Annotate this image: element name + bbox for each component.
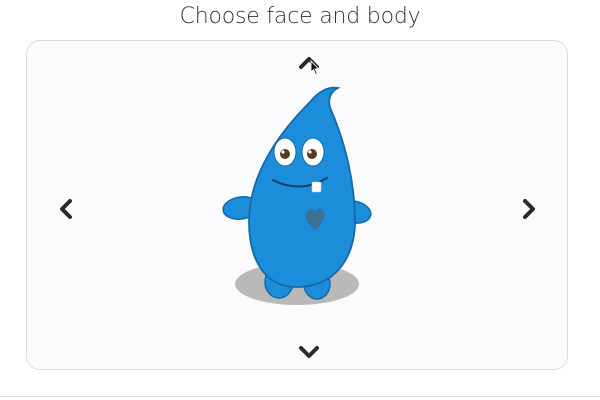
next-body-button[interactable] bbox=[515, 195, 543, 223]
monster-character[interactable] bbox=[215, 82, 385, 316]
chevron-left-icon bbox=[60, 199, 72, 219]
page: Choose face and body bbox=[0, 0, 600, 400]
chevron-right-icon bbox=[523, 199, 535, 219]
bottom-divider bbox=[0, 396, 600, 397]
blue-drop-monster-icon bbox=[222, 86, 372, 305]
page-title: Choose face and body bbox=[179, 4, 421, 29]
chevron-down-icon bbox=[299, 346, 319, 358]
next-face-button[interactable] bbox=[295, 339, 323, 367]
mouse-pointer-icon bbox=[310, 59, 320, 80]
previous-body-button[interactable] bbox=[52, 195, 80, 223]
